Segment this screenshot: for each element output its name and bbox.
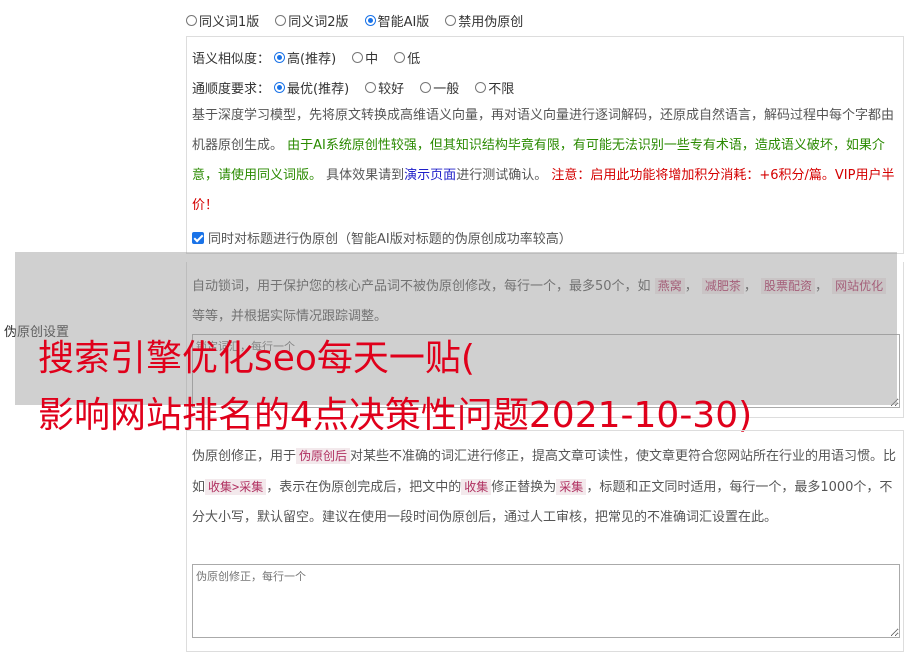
- example-tag: 伪原创后: [296, 448, 351, 464]
- version-option-ai[interactable]: 智能AI版: [364, 11, 429, 30]
- corrections-description: 伪原创修正，用于 伪原创后 对某些不准确的词汇进行修正，提高文章可读性，使文章更符合…: [192, 448, 897, 525]
- fluency-normal[interactable]: 一般: [420, 78, 459, 97]
- version-option-synonym1[interactable]: 同义词1版: [186, 11, 259, 30]
- radio-icon[interactable]: [475, 82, 487, 93]
- radio-selected-icon[interactable]: [364, 15, 376, 26]
- radio-icon[interactable]: [352, 52, 364, 63]
- radio-icon[interactable]: [186, 15, 197, 26]
- fluency-best[interactable]: 最优(推荐): [274, 78, 349, 97]
- overlay-headline-line1: 搜索引擎优化seo每天一贴(: [38, 338, 475, 379]
- version-option-disable[interactable]: 禁用伪原创: [445, 11, 523, 30]
- example-tag: 收集: [461, 479, 492, 495]
- radio-icon[interactable]: [420, 82, 432, 93]
- radio-icon[interactable]: [275, 15, 287, 26]
- checkbox-checked-icon[interactable]: [192, 231, 204, 244]
- example-tag: 收集>采集: [205, 479, 267, 495]
- demo-page-link[interactable]: 演示页面: [404, 168, 456, 183]
- similarity-high[interactable]: 高(推荐): [274, 48, 336, 67]
- ai-description: 基于深度学习模型，先将原文转换成高维语义向量，再对语义向量进行逐词解码，还原成自…: [192, 108, 895, 213]
- fluency-good[interactable]: 较好: [365, 78, 404, 97]
- radio-selected-icon[interactable]: [274, 52, 286, 63]
- radio-icon[interactable]: [365, 82, 377, 93]
- title-checkbox-row[interactable]: 同时对标题进行伪原创（智能AI版对标题的伪原创成功率较高）: [192, 228, 572, 247]
- fluency-row: 通顺度要求： 最优(推荐) 较好 一般 不限: [192, 78, 526, 97]
- version-options: 同义词1版 同义词2版 智能AI版 禁用伪原创: [186, 11, 535, 30]
- fluency-label: 通顺度要求：: [192, 82, 271, 97]
- similarity-label: 语义相似度：: [192, 52, 271, 67]
- similarity-low[interactable]: 低: [394, 48, 420, 67]
- similarity-row: 语义相似度： 高(推荐) 中 低: [192, 48, 432, 67]
- corrections-input[interactable]: [192, 564, 900, 638]
- fluency-any[interactable]: 不限: [475, 78, 514, 97]
- radio-icon[interactable]: [445, 15, 457, 26]
- similarity-medium[interactable]: 中: [352, 48, 378, 67]
- example-tag: 采集: [556, 479, 587, 495]
- version-option-synonym2[interactable]: 同义词2版: [275, 11, 349, 30]
- radio-selected-icon[interactable]: [274, 82, 286, 93]
- radio-icon[interactable]: [394, 52, 406, 63]
